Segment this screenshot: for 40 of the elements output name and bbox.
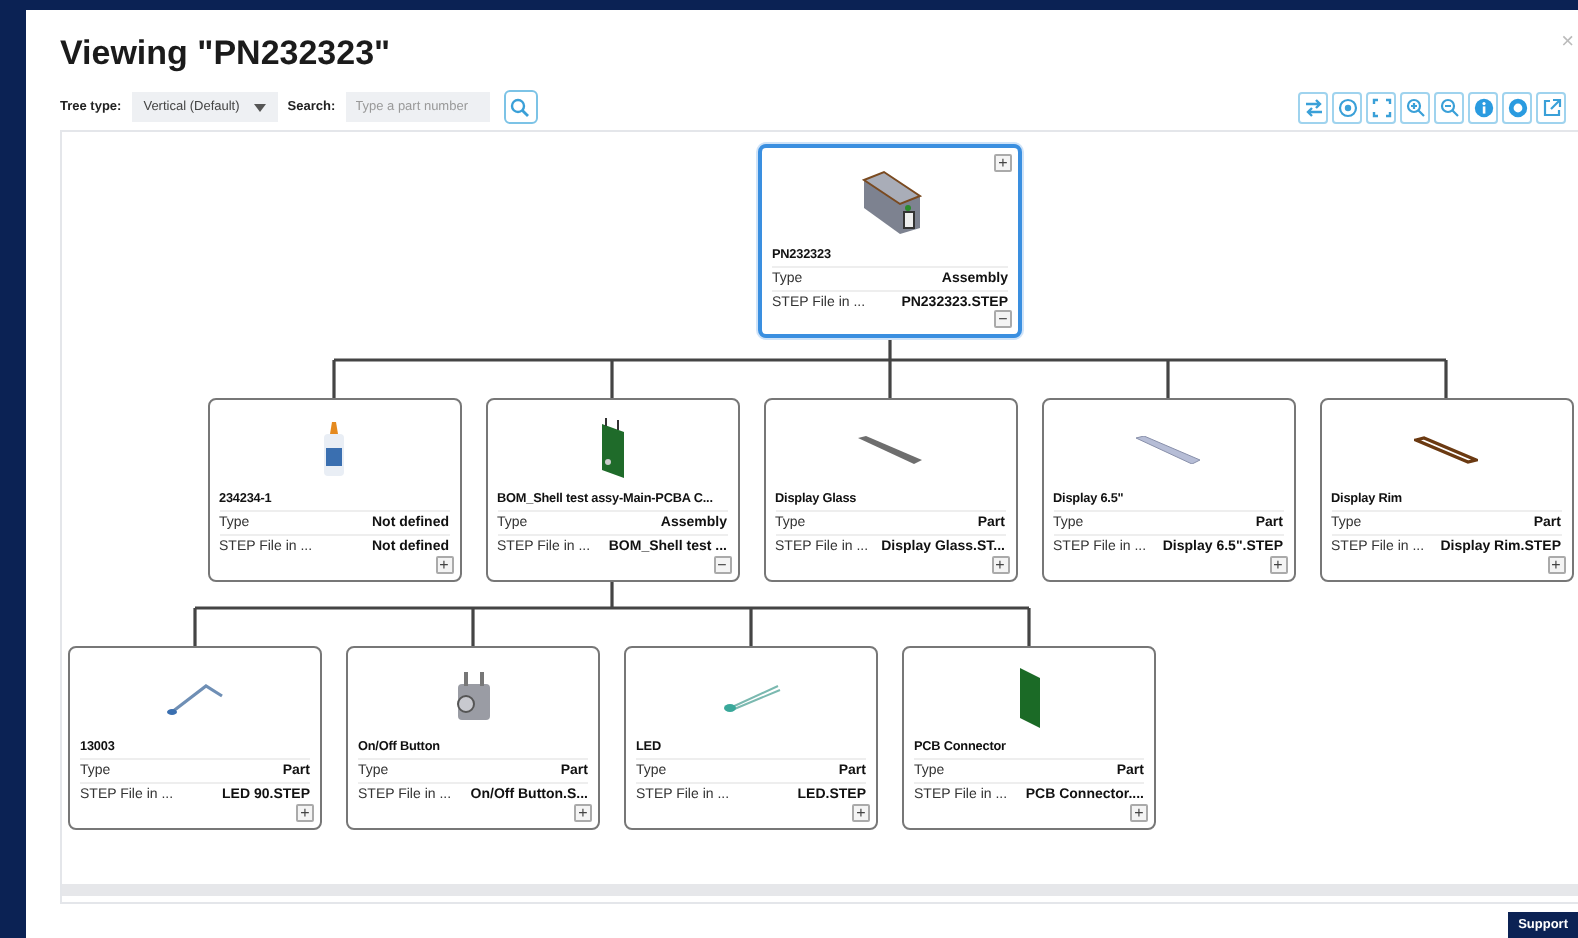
expand-toggle[interactable]: + [435,556,453,574]
caret-icon [253,103,266,111]
view-button[interactable] [1502,91,1532,123]
expand-toggle[interactable]: + [1269,556,1287,574]
external-link-icon [1541,97,1561,117]
target-icon [1337,97,1357,117]
view-button[interactable] [1468,91,1498,123]
expand-toggle[interactable]: − [713,556,731,574]
view-button[interactable] [1366,91,1396,123]
view-button[interactable] [1298,91,1328,123]
dialog-title: Viewing "PN232323" [60,34,391,74]
search-icon [510,97,531,117]
expand-toggle[interactable]: + [991,556,1009,574]
expand-toggle[interactable]: + [994,154,1012,172]
view-button[interactable] [1536,91,1566,123]
display-panel-drawing [1136,436,1200,464]
expand-toggle[interactable]: + [1130,804,1148,822]
view-button[interactable] [1434,91,1464,123]
expand-toggle[interactable]: + [852,804,870,822]
expand-toggle[interactable]: + [574,804,592,822]
view-button[interactable] [1332,91,1362,123]
led-drawing [721,682,781,714]
fit-screen-icon [1371,97,1391,117]
circuit-board-drawing [596,418,628,482]
swap-arrows-icon [1303,97,1323,117]
glass-panel-drawing [858,436,922,464]
search-button[interactable] [503,90,538,124]
ring-icon [1507,97,1527,117]
glue-bottle-drawing [320,422,348,478]
bent-rod-drawing [165,680,225,716]
view-button[interactable] [1400,91,1430,123]
expand-toggle[interactable]: + [1547,556,1565,574]
zoom-in-icon [1405,97,1425,117]
expand-toggle[interactable]: − [994,310,1012,328]
expand-toggle[interactable]: + [296,804,314,822]
horizontal-scrollbar[interactable] [62,884,1578,896]
connector-board-drawing [1017,668,1041,728]
rim-drawing [1414,436,1478,464]
zoom-out-icon [1439,97,1459,117]
info-icon [1473,97,1493,117]
